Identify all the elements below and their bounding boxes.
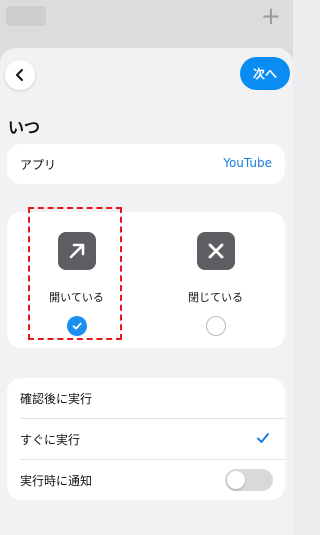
close-x-icon [196,232,235,270]
toggle-knob [227,471,245,489]
app-value[interactable]: YouTube [223,156,272,170]
back-button[interactable] [5,60,35,90]
unselected-radio-icon[interactable] [205,316,226,336]
chevron-left-icon [16,69,23,81]
option-label: 実行時に通知 [20,474,93,488]
choice-closed-label: 閉じている [188,291,243,304]
app-row[interactable]: アプリ YouTube [7,144,285,184]
highlight-annotation [28,207,122,340]
automation-sheet: 次へ いつ アプリ YouTube 開いている 閉じている 確認後に実行 すぐに… [0,48,293,535]
app-label: アプリ [20,158,57,172]
checkmark-icon [257,433,269,443]
notify-toggle[interactable] [225,469,273,491]
next-button[interactable]: 次へ [240,57,290,90]
option-label: 確認後に実行 [20,392,93,406]
background-title-placeholder [6,6,46,26]
option-run-immediately[interactable]: すぐに実行 [7,419,285,459]
page: + 次へ いつ アプリ YouTube 開いている 閉じている 確認後に実行 す… [0,0,293,535]
state-choice-card: 開いている 閉じている [7,207,285,348]
run-options-card: 確認後に実行 すぐに実行 実行時に通知 [7,378,285,500]
option-notify-on-run: 実行時に通知 [7,460,285,500]
section-title: いつ [8,118,41,137]
option-label: すぐに実行 [20,433,81,447]
plus-icon[interactable]: + [261,2,281,30]
choice-closed[interactable]: 閉じている [146,212,285,348]
option-run-after-confirm[interactable]: 確認後に実行 [7,378,285,418]
